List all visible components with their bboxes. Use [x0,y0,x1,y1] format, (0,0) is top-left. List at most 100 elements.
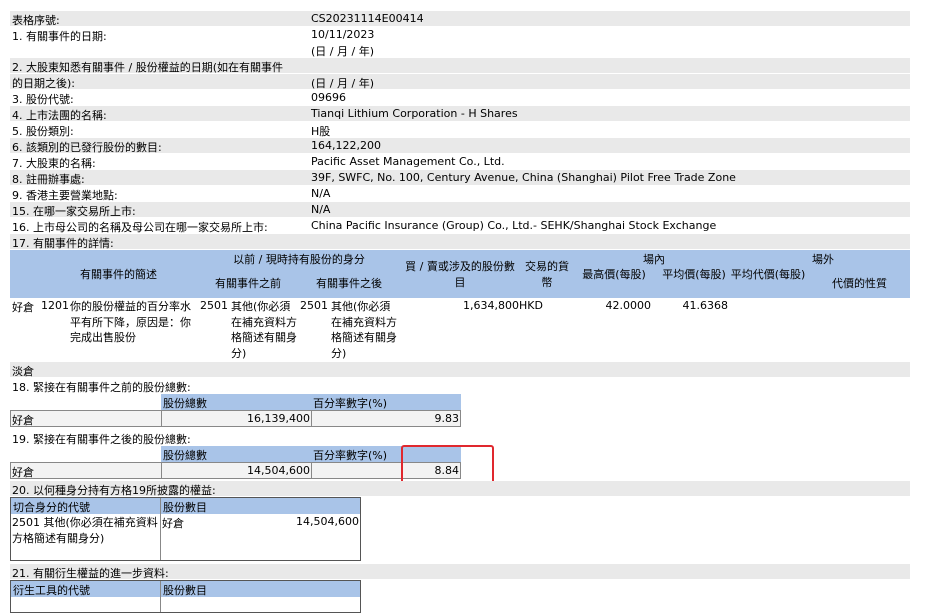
section-title: 18. 緊接在有關事件之前的股份總數: [12,381,191,394]
event-table-header: 有關事件的簡述 以前 / 現時持有股份的身分 有關事件之前 有關事件之後 買 /… [10,250,910,298]
row-label: 淡倉 [12,365,34,378]
stock-code-row: 3. 股份代號: 09696 [10,90,910,106]
share-class-row: 5. 股份類別: H股 [10,122,910,138]
before-capacity: 其他(你必須在補充資料方格簡述有關身分) [231,300,297,360]
s20-table: 切合身分的代號 股份數目 2501 其他(你必須在補充資料方格簡述有關身分) 好… [10,497,361,561]
s18-col-pct-header: 百分率數字(%) [311,394,461,410]
s18-data-row: 好倉 16,139,400 9.83 [10,410,461,427]
event-date-row: 1. 有關事件的日期: 10/11/2023 [10,27,910,43]
registered-office-row: 8. 註冊辦事處: 39F, SWFC, No. 100, Century Av… [10,170,910,186]
event-description: 你的股份權益的百分率水平有所下降，原因是：你完成出售股份 [70,300,191,344]
header-label: 股份總數 [163,397,207,410]
row-value: CS20231114E00414 [311,12,424,25]
after-code: 2501 [300,299,328,312]
row-label: 17. 有關事件的詳情: [12,237,114,250]
header-code: 切合身分的代號 [13,501,90,514]
shares-total: 14,504,600 [247,464,310,477]
row-label: 5. 股份類別: [12,125,74,138]
percentage: 9.83 [434,412,460,425]
s19-title-row: 19. 緊接在有關事件之後的股份總數: [10,430,910,446]
position-label: 好倉 [12,466,34,479]
header-event-code: 有關事件的簡述 [80,268,157,281]
s21-table: 衍生工具的代號 股份數目 [10,580,361,613]
header-label: 百分率數字(%) [313,397,388,410]
header-shares: 買 / 賣或涉及的股份數目 [405,260,515,289]
header-avg-consideration: 平均代價(每股) [730,268,806,281]
s18-col-shares-header: 股份總數 [161,394,311,410]
header-label: 百分率數字(%) [313,449,388,462]
header-after: 有關事件之後 [316,277,382,290]
header-capacity-group: 以前 / 現時持有股份的身分 [233,253,365,266]
after-capacity: 其他(你必須在補充資料方格簡述有關身分) [331,300,397,360]
parent-company-row: 16. 上市母公司的名稱及母公司在哪一家交易所上市: China Pacific… [10,218,910,234]
row-value: China Pacific Insurance (Group) Co., Ltd… [311,219,717,232]
header-off-exchange: 場外 [812,253,834,266]
row-value: Tianqi Lithium Corporation - H Shares [311,107,518,120]
shares-count: 14,504,600 [296,515,359,528]
header-average: 平均價(每股) [662,268,726,281]
currency: HKD [519,299,543,312]
row-value: 09696 [311,91,346,104]
s18-title-row: 18. 緊接在有關事件之前的股份總數: [10,378,910,394]
form-serial-row: 表格序號: CS20231114E00414 [10,11,910,27]
row-value: 164,122,200 [311,139,381,152]
row-value: (日 / 月 / 年) [311,77,374,90]
shares-count: 1,634,800 [463,299,519,312]
position-label: 好倉 [12,301,34,314]
row-label: 15. 在哪一家交易所上市: [12,205,136,218]
shareholder-name-row: 7. 大股東的名稱: Pacific Asset Management Co.,… [10,154,910,170]
issued-shares-row: 6. 該類別的已發行股份的數目: 164,122,200 [10,138,910,154]
row-value: N/A [311,203,331,216]
s20-header: 切合身分的代號 股份數目 [11,498,360,514]
header-on-exchange: 場內 [643,253,665,266]
header-shares: 股份數目 [163,501,207,514]
row-label: 9. 香港主要營業地點: [12,189,118,202]
row-label: 3. 股份代號: [12,93,74,106]
event-code: 1201 [41,299,69,312]
header-label: 股份總數 [163,449,207,462]
exchange-row: 15. 在哪一家交易所上市: N/A [10,202,910,218]
row-value: 10/11/2023 [311,28,375,41]
row-label: 2. 大股東知悉有關事件 / 股份權益的日期(如在有關事件 [12,61,283,74]
event-date-format-row: (日 / 月 / 年) [10,42,910,58]
position-label: 好倉 [162,517,184,530]
header-before: 有關事件之前 [215,277,281,290]
s21-header: 衍生工具的代號 股份數目 [11,581,360,597]
aware-date-row-2: 的日期之後): (日 / 月 / 年) [10,74,910,90]
short-position-row: 淡倉 [10,362,910,378]
row-value: (日 / 月 / 年) [311,45,374,58]
before-code: 2501 [200,299,228,312]
header-code: 衍生工具的代號 [13,584,90,597]
row-value: Pacific Asset Management Co., Ltd. [311,155,505,168]
section-title: 19. 緊接在有關事件之後的股份總數: [12,433,191,446]
row-label: 16. 上市母公司的名稱及母公司在哪一家交易所上市: [12,221,268,234]
row-value: 39F, SWFC, No. 100, Century Avenue, Chin… [311,171,736,184]
capacity-code: 2501 其他(你必須在補充資料方格簡述有關身分) [12,516,158,545]
s19-col-shares-header: 股份總數 [161,446,311,462]
header-highest: 最高價(每股) [582,268,646,281]
s20-title-row: 20. 以何種身分持有方格19所披露的權益: [10,481,910,497]
row-value: H股 [311,125,331,138]
hk-place-row: 9. 香港主要營業地點: N/A [10,186,910,202]
header-nature: 代價的性質 [832,277,887,290]
row-value: N/A [311,187,331,200]
issuer-name-row: 4. 上市法團的名稱: Tianqi Lithium Corporation -… [10,106,910,122]
row-label: 的日期之後): [12,77,75,90]
row-label: 8. 註冊辦事處: [12,173,85,186]
section-title: 20. 以何種身分持有方格19所披露的權益: [12,484,216,497]
header-currency: 交易的貨幣 [525,260,569,289]
event-row: 好倉 1201 你的股份權益的百分率水平有所下降，原因是：你完成出售股份 250… [10,299,910,363]
row-label: 4. 上市法團的名稱: [12,109,107,122]
position-label: 好倉 [12,414,34,427]
event-details-row: 17. 有關事件的詳情: [10,234,910,250]
highest-price: 42.0000 [605,299,652,312]
row-label: 6. 該類別的已發行股份的數目: [12,141,162,154]
s21-title-row: 21. 有關衍生權益的進一步資料: [10,564,910,580]
section-title: 21. 有關衍生權益的進一步資料: [12,567,169,580]
row-label: 表格序號: [12,14,60,27]
average-price: 41.6368 [682,299,729,312]
row-label: 7. 大股東的名稱: [12,157,96,170]
s19-data-row: 好倉 14,504,600 8.84 [10,462,461,479]
header-shares: 股份數目 [163,584,207,597]
shares-total: 16,139,400 [247,412,310,425]
